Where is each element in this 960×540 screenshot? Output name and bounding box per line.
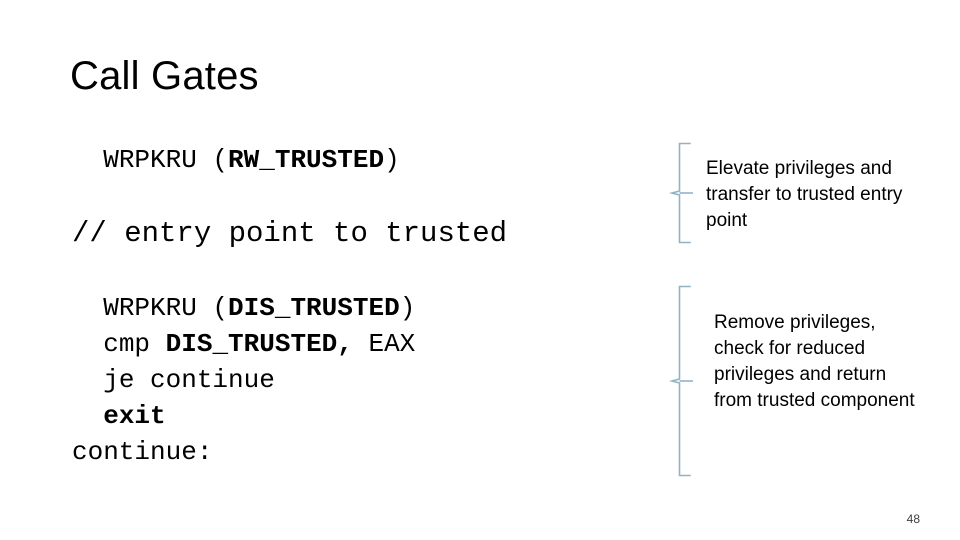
code-token-bold: DIS_TRUSTED (228, 293, 400, 323)
code-block-entry: WRPKRU (RW_TRUSTED) // entry point to tru… (72, 142, 507, 252)
code-token: WRPKRU ( (103, 145, 229, 175)
code-line: WRPKRU (RW_TRUSTED) (72, 142, 507, 178)
slide-canvas: Call Gates WRPKRU (RW_TRUSTED)// entry p… (0, 0, 960, 540)
code-token-bold: DIS_TRUSTED, (165, 329, 353, 359)
page-title: Call Gates (70, 54, 259, 98)
code-line: WRPKRU (DIS_TRUSTED) (72, 290, 415, 326)
code-line: exit (72, 398, 415, 434)
code-line: // entry point to trusted (72, 216, 507, 252)
code-token: // entry point to trusted (72, 217, 508, 250)
page-number: 48 (906, 512, 920, 526)
code-token-bold: RW_TRUSTED (228, 145, 385, 175)
code-block-exit: WRPKRU (DIS_TRUSTED) cmp DIS_TRUSTED, EA… (72, 290, 415, 470)
code-token-bold: exit (103, 401, 166, 431)
code-token: continue: (72, 437, 213, 467)
code-line: continue: (72, 434, 415, 470)
code-token: je continue (103, 365, 275, 395)
code-token: cmp (103, 329, 166, 359)
brace-remove-icon (668, 285, 694, 477)
code-token: ) (384, 145, 400, 175)
code-token: WRPKRU ( (103, 293, 229, 323)
code-line: je continue (72, 362, 415, 398)
code-token: EAX (352, 329, 416, 359)
brace-elevate-icon (668, 142, 694, 244)
annotation-remove-privileges: Remove privileges, check for reduced pri… (714, 312, 915, 411)
code-token: ) (399, 293, 416, 323)
code-line: cmp DIS_TRUSTED, EAX (72, 326, 415, 362)
annotation-elevate-privileges: Elevate privileges and transfer to trust… (706, 158, 903, 231)
